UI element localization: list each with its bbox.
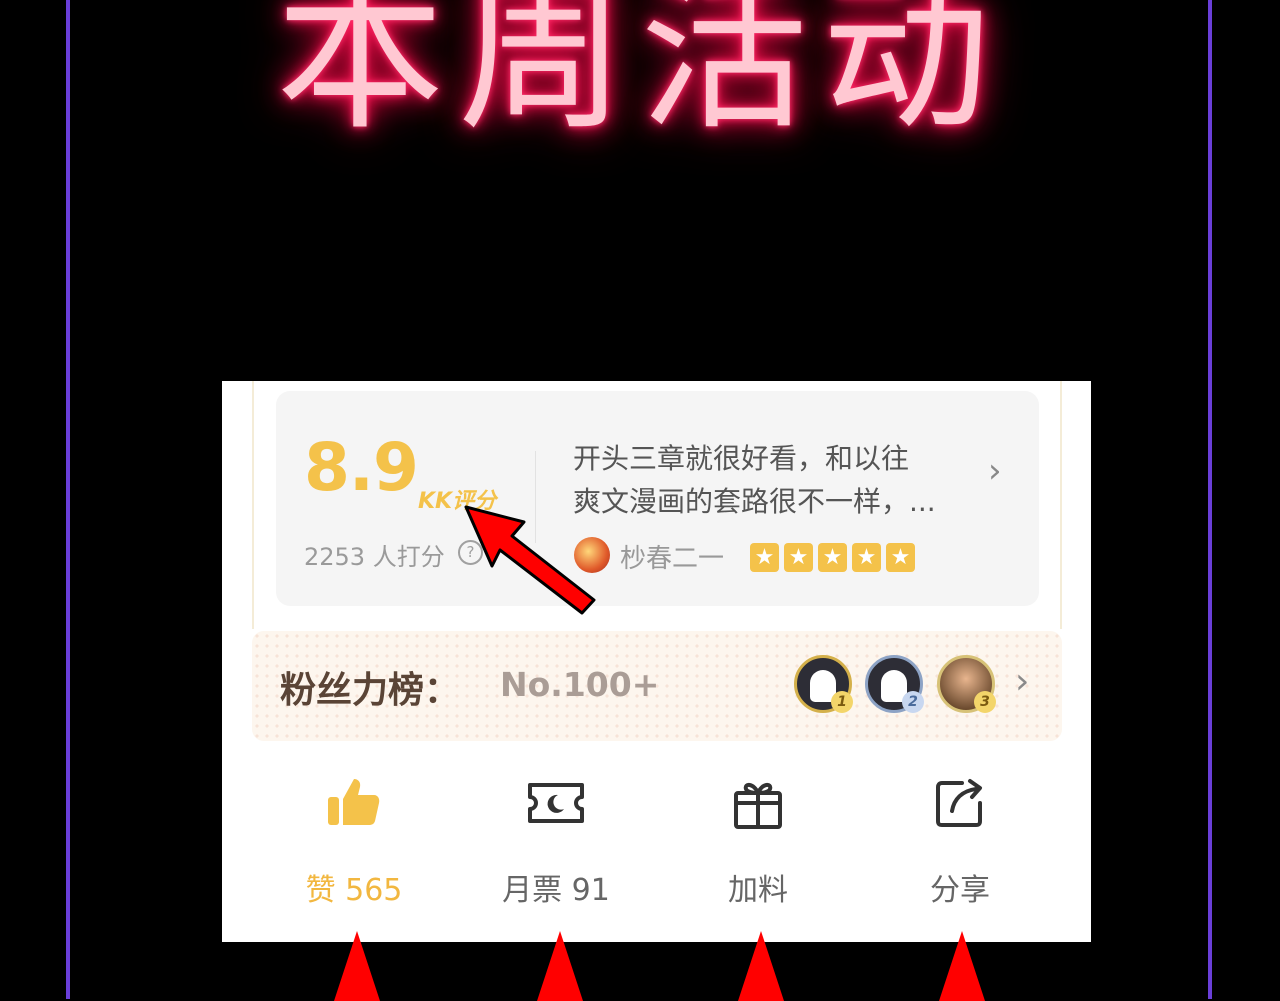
right-frame-border xyxy=(1208,0,1212,999)
star-icon: ★ xyxy=(784,543,813,572)
fan-avatar-rank-1[interactable]: 1 xyxy=(794,655,853,713)
pointer-arrow-like xyxy=(334,931,380,1001)
pointer-arrow-ticket xyxy=(537,931,583,1001)
left-frame-border xyxy=(66,0,70,999)
card-edge-right xyxy=(1060,381,1062,629)
star-icon: ★ xyxy=(852,543,881,572)
chevron-right-icon[interactable]: › xyxy=(988,451,1002,491)
star-icon: ★ xyxy=(886,543,915,572)
fan-ranking-label: 粉丝力榜： xyxy=(280,670,461,711)
monthly-ticket-button[interactable]: 月票 91 xyxy=(476,771,636,909)
fan-power-ranking[interactable]: 粉丝力榜： No.100+ 1 2 3 › xyxy=(252,631,1062,741)
share-button[interactable]: 分享 xyxy=(880,771,1040,909)
review-star-rating: ★ ★ ★ ★ ★ xyxy=(750,543,920,572)
fan-avatar-rank-2[interactable]: 2 xyxy=(865,655,924,713)
ticket-icon xyxy=(528,783,584,823)
chevron-right-icon[interactable]: › xyxy=(1015,661,1029,702)
gift-icon xyxy=(734,782,782,829)
gift-label: 加料 xyxy=(728,873,788,908)
weekly-event-title: 本周活动 xyxy=(276,0,1004,153)
top-review-text[interactable]: 开头三章就很好看，和以往 爽文漫画的套路很不一样，... xyxy=(573,437,963,523)
review-line-2: 爽文漫画的套路很不一样，... xyxy=(573,485,936,518)
rank-badge: 1 xyxy=(831,691,853,713)
fan-avatar-rank-3[interactable]: 3 xyxy=(937,655,996,713)
annotation-arrow xyxy=(464,505,596,615)
share-icon xyxy=(936,779,982,827)
monthly-ticket-count: 月票 91 xyxy=(502,873,610,908)
rank-badge: 3 xyxy=(974,691,996,713)
card-edge-left xyxy=(252,381,254,629)
gift-button[interactable]: 加料 xyxy=(678,771,838,909)
star-icon: ★ xyxy=(818,543,847,572)
like-count: 赞 565 xyxy=(305,873,403,908)
rater-count: 2253 人打分 xyxy=(304,543,445,571)
review-line-1: 开头三章就很好看，和以往 xyxy=(573,442,910,475)
thumbs-up-icon xyxy=(328,779,380,825)
pointer-arrow-share xyxy=(939,931,985,1001)
comic-info-card: 8.9 KK评分 2253 人打分 ? 开头三章就很好看，和以往 爽文漫画的套路… xyxy=(222,381,1091,942)
action-bar: 赞 565 月票 91 加料 分享 xyxy=(222,771,1091,921)
rating-review-panel[interactable]: 8.9 KK评分 2253 人打分 ? 开头三章就很好看，和以往 爽文漫画的套路… xyxy=(276,391,1039,606)
star-icon: ★ xyxy=(750,543,779,572)
rank-badge: 2 xyxy=(902,691,924,713)
fan-ranking-position: No.100+ xyxy=(500,665,660,704)
pointer-arrow-gift xyxy=(738,931,784,1001)
share-label: 分享 xyxy=(930,873,990,908)
like-button[interactable]: 赞 565 xyxy=(274,771,434,909)
reviewer-name[interactable]: 杪春二一 xyxy=(620,538,724,575)
rating-score: 8.9 xyxy=(304,429,419,506)
